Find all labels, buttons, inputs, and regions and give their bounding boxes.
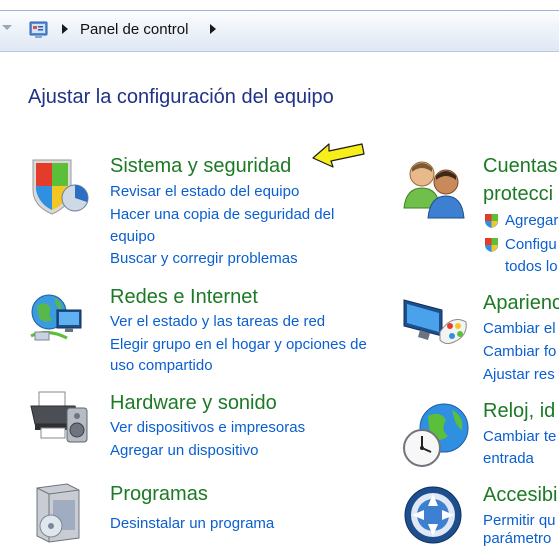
- link-agregar-cuenta[interactable]: Agregar: [505, 212, 558, 229]
- link-desinstalar-programa[interactable]: Desinstalar un programa: [110, 515, 274, 532]
- shield-icon[interactable]: [27, 156, 89, 216]
- category-title-cuentas[interactable]: Cuentas: [483, 155, 558, 178]
- display-appearance-icon[interactable]: [400, 292, 470, 354]
- link-cambiar-fondo[interactable]: Cambiar fo: [483, 343, 556, 360]
- link-permitir-sugerencias[interactable]: Permitir qu: [483, 512, 556, 529]
- link-cambiar-tema[interactable]: Cambiar el: [483, 320, 556, 337]
- history-dropdown-icon[interactable]: [2, 25, 12, 30]
- category-title-reloj[interactable]: Reloj, id: [483, 400, 555, 423]
- link-metodos-entrada[interactable]: entrada: [483, 450, 534, 467]
- printer-icon[interactable]: [27, 386, 89, 446]
- category-title-apariencia[interactable]: Aparienc: [483, 292, 559, 315]
- programs-box-icon[interactable]: [27, 480, 89, 544]
- link-ajustar-resolucion[interactable]: Ajustar res: [483, 366, 555, 383]
- category-title-accesibilidad[interactable]: Accesibi: [483, 484, 557, 507]
- category-title-hardware-sonido[interactable]: Hardware y sonido: [110, 392, 277, 415]
- clock-globe-icon[interactable]: [400, 400, 472, 470]
- uac-shield-icon: [485, 238, 498, 252]
- link-optimizar-parametros[interactable]: parámetro: [483, 530, 551, 547]
- link-grupo-hogar[interactable]: Elegir grupo en el hogar y opciones de: [110, 336, 367, 353]
- category-title-redes-internet[interactable]: Redes e Internet: [110, 286, 258, 309]
- accessibility-icon[interactable]: [400, 482, 470, 546]
- link-copia-seguridad-cont[interactable]: equipo: [110, 228, 155, 245]
- uac-shield-icon: [485, 214, 498, 228]
- breadcrumb-chevron-icon[interactable]: [210, 24, 216, 34]
- breadcrumb-control-panel[interactable]: Panel de control: [80, 21, 188, 38]
- control-panel-icon: [29, 21, 48, 38]
- link-ver-dispositivos[interactable]: Ver dispositivos e impresoras: [110, 419, 305, 436]
- link-copia-seguridad[interactable]: Hacer una copia de seguridad del: [110, 206, 334, 223]
- category-title-programas[interactable]: Programas: [110, 483, 208, 506]
- page-title: Ajustar la configuración del equipo: [28, 86, 334, 108]
- link-agregar-dispositivo[interactable]: Agregar un dispositivo: [110, 442, 258, 459]
- link-uso-compartido[interactable]: uso compartido: [110, 357, 213, 374]
- address-bar[interactable]: Panel de control: [0, 10, 559, 52]
- category-title-sistema-seguridad[interactable]: Sistema y seguridad: [110, 155, 291, 178]
- users-icon[interactable]: [400, 158, 470, 220]
- link-estado-red[interactable]: Ver el estado y las tareas de red: [110, 313, 325, 330]
- link-configurar-control[interactable]: Configu: [505, 236, 557, 253]
- link-revisar-estado[interactable]: Revisar el estado del equipo: [110, 183, 299, 200]
- link-buscar-problemas[interactable]: Buscar y corregir problemas: [110, 250, 298, 267]
- breadcrumb-separator-icon[interactable]: [62, 24, 68, 34]
- category-title-cuentas-line2[interactable]: protecci: [483, 183, 553, 206]
- network-globe-icon[interactable]: [27, 288, 89, 350]
- annotation-arrow-icon: [312, 143, 365, 168]
- link-cambiar-teclado[interactable]: Cambiar te: [483, 428, 556, 445]
- link-configurar-control-cont[interactable]: todos lo: [505, 258, 558, 275]
